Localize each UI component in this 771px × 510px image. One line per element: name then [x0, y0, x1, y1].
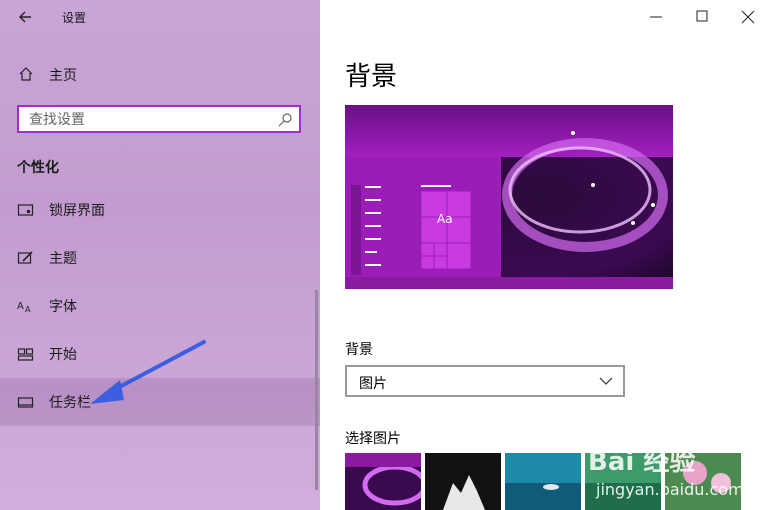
app-title: 设置: [62, 11, 87, 25]
close-button[interactable]: [725, 0, 771, 32]
picture-thumbnail[interactable]: [345, 453, 421, 510]
font-icon: A A: [17, 301, 31, 314]
sidebar-scrollbar[interactable]: [315, 290, 318, 490]
close-icon: [741, 10, 755, 24]
sidebar-item-label: 主页: [49, 68, 77, 84]
minimize-icon: [650, 16, 662, 18]
search-box[interactable]: [17, 105, 301, 133]
background-type-select[interactable]: 图片: [345, 365, 625, 397]
sidebar-item-label: 主题: [49, 251, 77, 267]
choose-picture-label: 选择图片: [345, 431, 401, 447]
back-arrow-icon[interactable]: [16, 7, 36, 27]
annotation-arrow-icon: [90, 340, 206, 404]
sidebar-item-label: 字体: [49, 299, 77, 315]
title-bar-left: 设置: [0, 0, 320, 34]
sidebar-item-label: 开始: [49, 347, 77, 363]
sidebar-item-lock-screen[interactable]: 锁屏界面: [0, 186, 320, 234]
sidebar-item-font[interactable]: A A 字体: [0, 282, 320, 330]
watermark-url: jingyan.baidu.com: [595, 480, 744, 499]
maximize-button[interactable]: [679, 0, 725, 32]
sidebar-item-label: 锁屏界面: [49, 203, 105, 219]
picture-thumbnail[interactable]: [505, 453, 581, 510]
watermark: Bai 经验 jingyan.baidu.com: [588, 425, 768, 505]
svg-text:A: A: [25, 305, 31, 314]
background-preview: Aa: [345, 105, 673, 289]
taskbar-icon: [17, 397, 34, 408]
search-icon[interactable]: [277, 112, 293, 128]
watermark-logo: Bai 经验: [588, 446, 695, 477]
chevron-down-icon: [599, 377, 613, 385]
content-pane: 背景 Aa 背景 图片 选择图片 Bai 经验 jingyan.baidu.co…: [320, 0, 771, 510]
sidebar-item-home[interactable]: 主页: [0, 56, 320, 92]
start-icon: [17, 348, 34, 361]
lock-screen-icon: [17, 204, 34, 216]
home-icon: [19, 67, 33, 81]
sidebar: 设置 主页 个性化 锁屏界面 主题 A A 字体: [0, 0, 320, 510]
maximize-icon: [696, 10, 708, 22]
page-title: 背景: [345, 62, 398, 92]
svg-text:Aa: Aa: [437, 212, 453, 226]
picture-thumbnail[interactable]: [425, 453, 501, 510]
select-value: 图片: [359, 376, 387, 392]
minimize-button[interactable]: [633, 0, 679, 32]
section-title: 个性化: [17, 160, 59, 176]
search-input[interactable]: [27, 111, 271, 129]
background-type-label: 背景: [345, 342, 373, 358]
theme-brush-icon: [17, 251, 33, 264]
svg-text:A: A: [17, 301, 24, 312]
sidebar-item-theme[interactable]: 主题: [0, 234, 320, 282]
